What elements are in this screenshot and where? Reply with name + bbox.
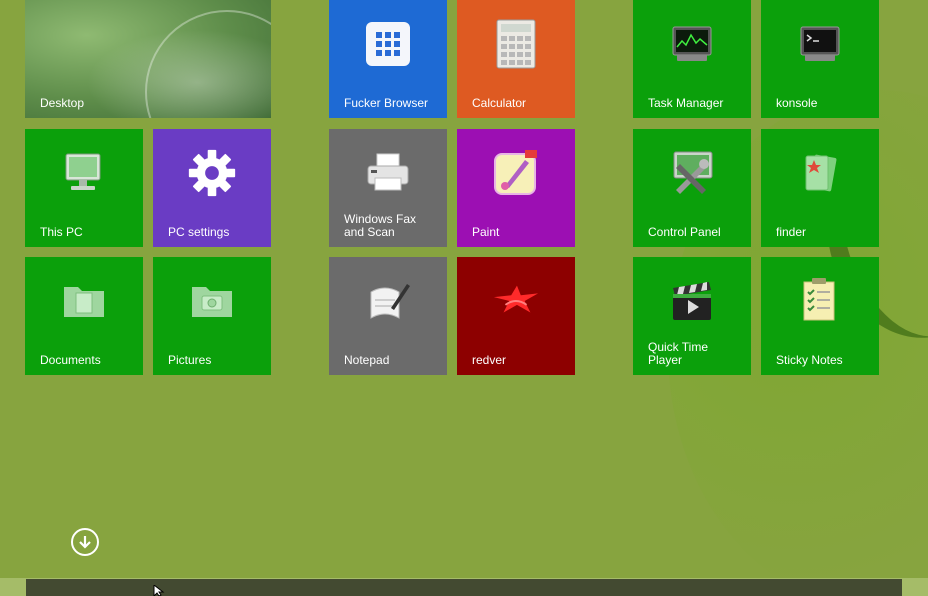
tile-documents[interactable]: Documents xyxy=(25,257,143,375)
tile-label: Desktop xyxy=(40,96,85,110)
printer-icon xyxy=(364,149,412,197)
tile-browser[interactable]: Fucker Browser xyxy=(329,0,447,118)
tile-sticky-notes[interactable]: Sticky Notes xyxy=(761,257,879,375)
tile-label: Calculator xyxy=(472,96,527,110)
tile-desktop[interactable]: Desktop xyxy=(25,0,271,118)
tile-fax-scan[interactable]: Windows Fax and Scan xyxy=(329,129,447,247)
tile-label: Sticky Notes xyxy=(776,353,843,367)
tile-label: Control Panel xyxy=(648,225,721,239)
monitor-graph-icon xyxy=(668,20,716,68)
tile-quicktime[interactable]: Quick Time Player xyxy=(633,257,751,375)
tile-control-panel[interactable]: Control Panel xyxy=(633,129,751,247)
clapperboard-icon xyxy=(668,277,716,325)
red-emblem-icon xyxy=(492,277,540,325)
mouse-cursor-icon xyxy=(153,585,165,596)
notepad-pen-icon xyxy=(364,277,412,325)
tools-icon xyxy=(668,149,716,197)
tile-konsole[interactable]: konsole xyxy=(761,0,879,118)
folder-document-icon xyxy=(60,277,108,325)
paint-brush-icon xyxy=(492,149,540,197)
checklist-icon xyxy=(796,277,844,325)
tile-label: Fucker Browser xyxy=(344,96,429,110)
tile-label: Notepad xyxy=(344,353,390,367)
tile-label: redver xyxy=(472,353,507,367)
tile-label: Pictures xyxy=(168,353,212,367)
tile-pc-settings[interactable]: PC settings xyxy=(153,129,271,247)
tile-label: Quick Time Player xyxy=(648,340,709,367)
folder-star-icon xyxy=(796,149,844,197)
app-grid-icon xyxy=(364,20,412,68)
tile-pictures[interactable]: Pictures xyxy=(153,257,271,375)
tile-task-manager[interactable]: Task Manager xyxy=(633,0,751,118)
tile-label: Task Manager xyxy=(648,96,724,110)
computer-monitor-icon xyxy=(60,149,108,197)
tile-calculator[interactable]: Calculator xyxy=(457,0,575,118)
tile-notepad[interactable]: Notepad xyxy=(329,257,447,375)
tile-label: Documents xyxy=(40,353,101,367)
folder-camera-icon xyxy=(188,277,236,325)
tile-redver[interactable]: redver xyxy=(457,257,575,375)
tile-label: PC settings xyxy=(168,225,230,239)
arrow-down-circle-icon xyxy=(79,536,91,549)
gear-icon xyxy=(188,149,236,197)
tile-paint[interactable]: Paint xyxy=(457,129,575,247)
tile-label: This PC xyxy=(40,225,83,239)
tile-finder[interactable]: finder xyxy=(761,129,879,247)
all-apps-arrow-button[interactable] xyxy=(71,528,99,556)
terminal-icon xyxy=(796,20,844,68)
tile-label: Paint xyxy=(472,225,500,239)
tile-this-pc[interactable]: This PC xyxy=(25,129,143,247)
calculator-icon xyxy=(492,19,540,69)
tile-label: Windows Fax and Scan xyxy=(344,212,417,239)
tile-label: finder xyxy=(776,225,807,239)
tile-label: konsole xyxy=(776,96,818,110)
